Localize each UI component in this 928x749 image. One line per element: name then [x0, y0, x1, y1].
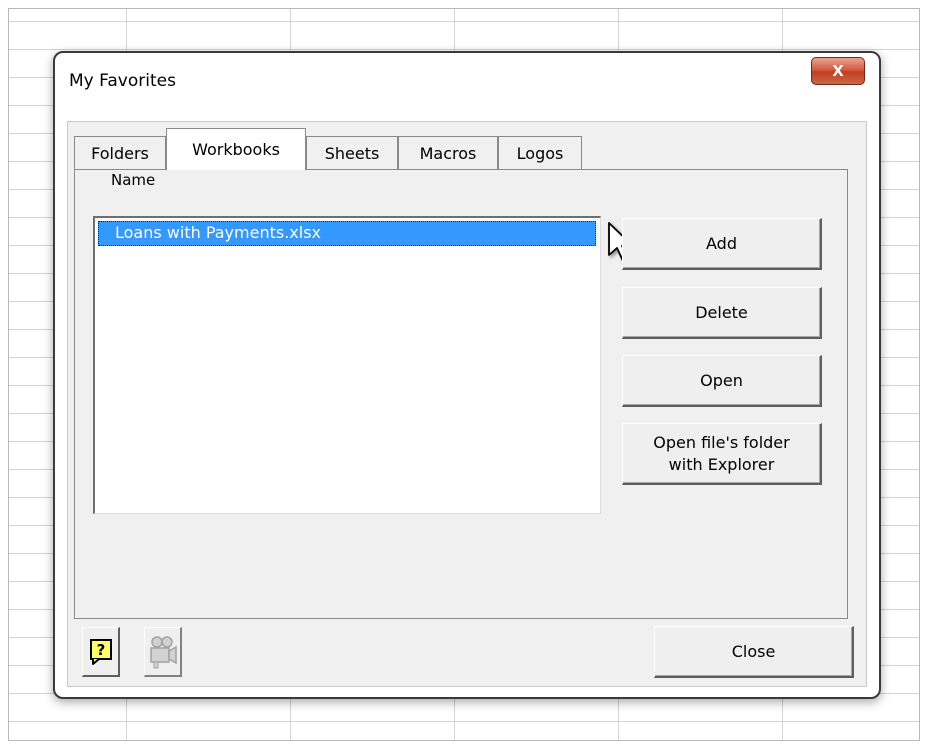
open-folder-with-explorer-button[interactable]: Open file's folder with Explorer	[622, 423, 822, 485]
video-camera-icon	[149, 635, 177, 668]
tab-sheets[interactable]: Sheets	[306, 136, 398, 170]
list-item[interactable]: Loans with Payments.xlsx	[98, 221, 596, 246]
dialog-title: My Favorites	[69, 71, 176, 91]
add-button-label: Add	[706, 234, 737, 253]
tab-logos[interactable]: Logos	[498, 136, 582, 170]
tab-macros[interactable]: Macros	[398, 136, 498, 170]
add-button[interactable]: Add	[622, 218, 822, 270]
close-window-button[interactable]: X	[811, 57, 865, 85]
my-favorites-dialog: My Favorites X Folders Workbooks Sheets …	[53, 51, 881, 699]
open-button[interactable]: Open	[622, 355, 822, 407]
help-icon: ?	[89, 638, 112, 665]
name-column-header: Name	[111, 171, 156, 189]
tab-workbooks[interactable]: Workbooks	[166, 128, 306, 170]
tab-label: Folders	[91, 144, 149, 163]
workbook-listbox[interactable]: Loans with Payments.xlsx	[93, 216, 634, 514]
open-button-label: Open	[700, 371, 743, 390]
open-folder-label-line1: Open file's folder	[653, 432, 790, 452]
tab-label: Macros	[419, 144, 477, 163]
open-folder-label-line2: with Explorer	[668, 454, 775, 474]
help-button[interactable]: ?	[82, 627, 120, 677]
tab-label: Workbooks	[192, 140, 280, 159]
delete-button-label: Delete	[695, 303, 748, 322]
close-icon: X	[832, 62, 844, 80]
delete-button[interactable]: Delete	[622, 287, 822, 339]
close-button-label: Close	[731, 642, 776, 661]
video-button[interactable]	[144, 627, 182, 677]
close-button[interactable]: Close	[654, 626, 854, 678]
tab-folders[interactable]: Folders	[74, 136, 166, 170]
tab-label: Sheets	[324, 144, 380, 163]
tab-label: Logos	[516, 144, 564, 163]
svg-text:?: ?	[96, 641, 105, 659]
